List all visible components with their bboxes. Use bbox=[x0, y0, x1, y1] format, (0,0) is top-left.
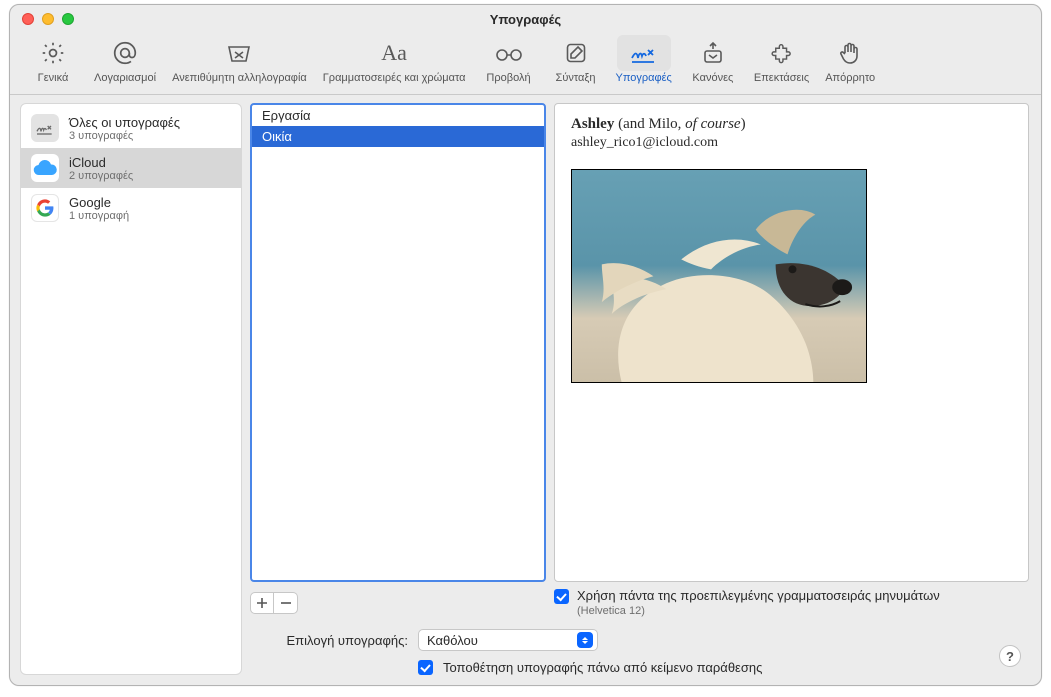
at-icon bbox=[112, 38, 138, 68]
minimize-window-button[interactable] bbox=[42, 13, 54, 25]
toolbar-viewing[interactable]: Προβολή bbox=[476, 33, 542, 86]
remove-signature-button[interactable] bbox=[274, 592, 298, 614]
rules-icon bbox=[700, 38, 726, 68]
hand-icon bbox=[838, 38, 862, 68]
choose-signature-value: Καθόλου bbox=[427, 633, 571, 648]
signature-icon bbox=[629, 38, 659, 68]
preferences-toolbar: Γενικά Λογαριασμοί Ανεπιθύμητη αλληλογρα… bbox=[10, 33, 1041, 95]
signatures-icon bbox=[31, 114, 59, 142]
toolbar-fonts-label: Γραμματοσειρές και χρώματα bbox=[323, 72, 466, 84]
account-icloud[interactable]: iCloud 2 υπογραφές bbox=[21, 148, 241, 188]
above-quoted-row: Τοποθέτηση υπογραφής πάνω από κείμενο πα… bbox=[250, 659, 1029, 675]
fonts-icon: Aa bbox=[381, 38, 407, 68]
toolbar-privacy[interactable]: Απόρρητο bbox=[819, 33, 881, 86]
above-quoted-checkbox[interactable] bbox=[418, 660, 433, 675]
accounts-list[interactable]: Όλες οι υπογραφές 3 υπογραφές iCloud 2 υ… bbox=[20, 103, 242, 675]
toolbar-rules[interactable]: Κανόνες bbox=[682, 33, 744, 86]
signature-item-work[interactable]: Εργασία bbox=[252, 105, 544, 126]
content-area: Όλες οι υπογραφές 3 υπογραφές iCloud 2 υ… bbox=[10, 95, 1041, 685]
window-controls bbox=[22, 13, 74, 25]
preview-name-italic: of course bbox=[685, 116, 740, 132]
minus-icon bbox=[280, 597, 292, 609]
signature-add-remove bbox=[250, 582, 546, 617]
puzzle-icon bbox=[769, 38, 795, 68]
preferences-window: Υπογραφές Γενικά Λογαριασμοί Ανεπιθύμητη… bbox=[9, 4, 1042, 686]
bottom-options: Επιλογή υπογραφής: Καθόλου Τοποθέτηση υπ… bbox=[250, 617, 1029, 675]
toolbar-junk-label: Ανεπιθύμητη αλληλογραφία bbox=[172, 72, 307, 84]
toolbar-accounts[interactable]: Λογαριασμοί bbox=[88, 33, 162, 86]
toolbar-signatures-label: Υπογραφές bbox=[616, 72, 672, 84]
choose-signature-row: Επιλογή υπογραφής: Καθόλου bbox=[250, 629, 1029, 651]
toolbar-composing-label: Σύνταξη bbox=[556, 72, 596, 84]
junk-icon bbox=[225, 38, 253, 68]
preview-name-bold: Ashley bbox=[571, 116, 614, 132]
default-font-label: Χρήση πάντα της προεπιλεγμένης γραμματοσ… bbox=[577, 588, 940, 603]
close-window-button[interactable] bbox=[22, 13, 34, 25]
account-name: Όλες οι υπογραφές bbox=[69, 115, 180, 130]
preview-image bbox=[571, 169, 867, 383]
toolbar-viewing-label: Προβολή bbox=[486, 72, 530, 84]
gear-icon bbox=[40, 38, 66, 68]
add-signature-button[interactable] bbox=[250, 592, 274, 614]
account-sub: 2 υπογραφές bbox=[69, 170, 133, 182]
preview-name-rest: (and Milo, bbox=[614, 116, 685, 132]
toolbar-extensions[interactable]: Επεκτάσεις bbox=[748, 33, 815, 86]
default-font-option: Χρήση πάντα της προεπιλεγμένης γραμματοσ… bbox=[554, 582, 1029, 617]
help-button[interactable]: ? bbox=[999, 645, 1021, 667]
toolbar-extensions-label: Επεκτάσεις bbox=[754, 72, 809, 84]
preview-email: ashley_rico1@icloud.com bbox=[571, 135, 1012, 151]
default-font-checkbox[interactable] bbox=[554, 589, 569, 604]
above-quoted-label: Τοποθέτηση υπογραφής πάνω από κείμενο πα… bbox=[443, 660, 762, 675]
signature-preview[interactable]: Ashley (and Milo, of course) ashley_rico… bbox=[554, 103, 1029, 582]
preview-name-line: Ashley (and Milo, of course) bbox=[571, 116, 1012, 133]
account-sub: 1 υπογραφή bbox=[69, 210, 129, 222]
toolbar-composing[interactable]: Σύνταξη bbox=[546, 33, 606, 86]
choose-signature-select[interactable]: Καθόλου bbox=[418, 629, 598, 651]
toolbar-signatures[interactable]: Υπογραφές bbox=[610, 33, 678, 86]
compose-icon bbox=[564, 38, 588, 68]
toolbar-fonts[interactable]: Aa Γραμματοσειρές και χρώματα bbox=[317, 33, 472, 86]
toolbar-rules-label: Κανόνες bbox=[692, 72, 733, 84]
toolbar-privacy-label: Απόρρητο bbox=[825, 72, 875, 84]
account-name: Google bbox=[69, 195, 129, 210]
plus-icon bbox=[256, 597, 268, 609]
account-all-signatures[interactable]: Όλες οι υπογραφές 3 υπογραφές bbox=[21, 108, 241, 148]
toolbar-accounts-label: Λογαριασμοί bbox=[94, 72, 156, 84]
window-title: Υπογραφές bbox=[20, 12, 1031, 27]
google-icon bbox=[31, 194, 59, 222]
account-google[interactable]: Google 1 υπογραφή bbox=[21, 188, 241, 228]
choose-signature-label: Επιλογή υπογραφής: bbox=[250, 633, 408, 648]
chevron-updown-icon bbox=[577, 632, 593, 648]
signature-list[interactable]: Εργασία Οικία bbox=[250, 103, 546, 582]
toolbar-junk[interactable]: Ανεπιθύμητη αλληλογραφία bbox=[166, 33, 313, 86]
signature-item-home[interactable]: Οικία bbox=[252, 126, 544, 147]
titlebar: Υπογραφές bbox=[10, 5, 1041, 33]
preview-name-close: ) bbox=[741, 116, 746, 132]
account-name: iCloud bbox=[69, 155, 133, 170]
default-font-sub: (Helvetica 12) bbox=[577, 605, 940, 617]
account-sub: 3 υπογραφές bbox=[69, 130, 180, 142]
toolbar-general[interactable]: Γενικά bbox=[22, 33, 84, 86]
zoom-window-button[interactable] bbox=[62, 13, 74, 25]
glasses-icon bbox=[494, 38, 524, 68]
toolbar-general-label: Γενικά bbox=[38, 72, 69, 84]
icloud-icon bbox=[31, 154, 59, 182]
